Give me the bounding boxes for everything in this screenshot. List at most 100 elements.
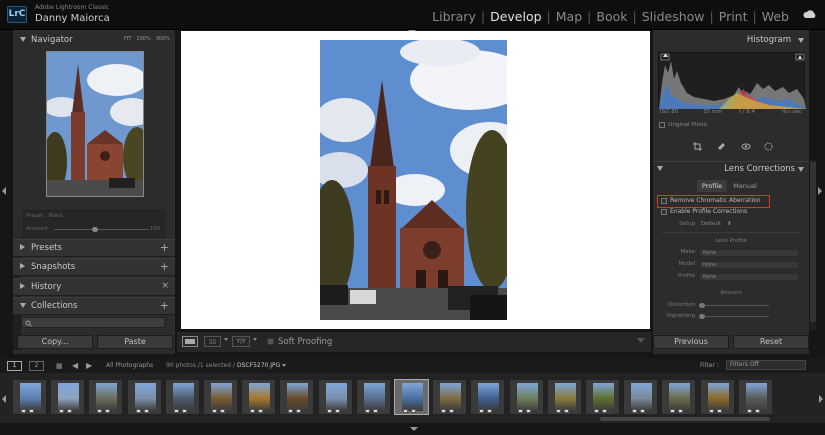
module-web[interactable]: Web bbox=[762, 9, 789, 24]
healing-brush-icon[interactable] bbox=[717, 142, 726, 151]
filmstrip-thumbnail[interactable] bbox=[355, 379, 391, 415]
loupe-view-button[interactable] bbox=[182, 336, 198, 347]
filmstrip-thumbnail[interactable] bbox=[508, 379, 544, 415]
distortion-slider[interactable] bbox=[699, 305, 769, 306]
add-collection-button[interactable]: + bbox=[160, 299, 169, 312]
filmstrip-thumbnail[interactable] bbox=[470, 379, 506, 415]
main-window-button[interactable]: 1 bbox=[7, 361, 22, 371]
filmstrip-thumbnail[interactable] bbox=[317, 379, 353, 415]
make-dropdown[interactable]: None bbox=[699, 249, 799, 257]
filmstrip-thumbnail[interactable] bbox=[12, 379, 47, 415]
amount-slider-thumb[interactable] bbox=[92, 227, 98, 232]
filmstrip-thumbnail[interactable] bbox=[394, 379, 429, 415]
model-dropdown[interactable]: None bbox=[699, 261, 799, 269]
original-photo-checkbox[interactable] bbox=[659, 122, 665, 128]
filmstrip-thumbnail[interactable] bbox=[699, 379, 735, 415]
selected-filename[interactable]: DSCF5270.JPG bbox=[237, 362, 280, 369]
filmstrip-thumbnail[interactable] bbox=[164, 379, 200, 415]
collapse-right-arrow[interactable] bbox=[818, 187, 822, 195]
tab-profile[interactable]: Profile bbox=[697, 180, 727, 192]
source-label[interactable]: All Photographs bbox=[106, 362, 153, 369]
clear-history-button[interactable]: × bbox=[161, 281, 169, 291]
module-map[interactable]: Map bbox=[556, 9, 582, 24]
lens-panel-toggle-icon[interactable] bbox=[657, 166, 663, 171]
zoom-fit[interactable]: FIT bbox=[124, 36, 131, 42]
module-slideshow[interactable]: Slideshow bbox=[642, 9, 705, 24]
filmstrip-thumbnail[interactable] bbox=[50, 379, 86, 415]
back-arrow-icon[interactable]: ◀ bbox=[72, 361, 78, 370]
crop-icon[interactable] bbox=[693, 142, 702, 151]
filmstrip-thumbnail[interactable] bbox=[88, 379, 124, 415]
reset-button[interactable]: Reset bbox=[733, 335, 809, 349]
paste-button[interactable]: Paste bbox=[97, 335, 173, 349]
snapshots-header[interactable]: Snapshots + bbox=[13, 258, 175, 276]
distortion-slider-thumb[interactable] bbox=[699, 303, 705, 308]
yy-button[interactable]: Y|Y bbox=[232, 336, 250, 347]
module-library[interactable]: Library bbox=[432, 9, 476, 24]
filmstrip-thumbnail[interactable] bbox=[241, 379, 277, 415]
navigator-header[interactable]: Navigator FIT 100% 300% bbox=[13, 30, 175, 50]
lens-corrections-title[interactable]: Lens Corrections bbox=[724, 164, 795, 174]
module-develop[interactable]: Develop bbox=[490, 9, 541, 24]
module-print[interactable]: Print bbox=[719, 9, 748, 24]
histogram[interactable] bbox=[658, 52, 806, 109]
filmstrip-left-arrow[interactable] bbox=[2, 395, 6, 403]
profile-dropdown[interactable]: None bbox=[699, 273, 799, 281]
user-name[interactable]: Danny Maiorca bbox=[35, 13, 110, 24]
history-header[interactable]: History × bbox=[13, 278, 175, 296]
zoom-300[interactable]: 300% bbox=[156, 36, 170, 42]
filename-dropdown-icon[interactable] bbox=[282, 364, 286, 367]
filmstrip-thumbnail[interactable] bbox=[546, 379, 582, 415]
add-preset-button[interactable]: + bbox=[160, 241, 169, 254]
collections-header[interactable]: Collections + bbox=[13, 297, 175, 315]
before-after-dropdown-icon[interactable] bbox=[224, 338, 228, 341]
navigator-preview[interactable] bbox=[46, 51, 144, 197]
vignetting-slider[interactable] bbox=[699, 316, 769, 317]
enable-profile-checkbox[interactable] bbox=[661, 209, 667, 215]
setup-dropdown-icon[interactable]: ⬍ bbox=[727, 221, 732, 227]
filmstrip-thumbnail[interactable] bbox=[585, 379, 620, 415]
histogram-collapse-icon[interactable] bbox=[798, 38, 804, 43]
remove-ca-checkbox[interactable] bbox=[661, 198, 667, 204]
tab-manual[interactable]: Manual bbox=[729, 180, 761, 192]
thumbnail-image bbox=[172, 383, 194, 411]
cloud-icon[interactable] bbox=[803, 10, 817, 19]
toolbar-menu-icon[interactable] bbox=[637, 338, 645, 343]
amount-slider-track[interactable] bbox=[54, 229, 149, 230]
filmstrip-thumbnail[interactable] bbox=[279, 379, 315, 415]
main-photo[interactable] bbox=[320, 40, 507, 320]
collections-search-input[interactable] bbox=[21, 317, 165, 328]
masking-icon[interactable] bbox=[764, 142, 773, 151]
lens-collapse-icon[interactable] bbox=[798, 167, 804, 172]
forward-arrow-icon[interactable]: ▶ bbox=[86, 361, 92, 370]
collapse-bottom-arrow[interactable] bbox=[410, 427, 418, 431]
add-snapshot-button[interactable]: + bbox=[160, 260, 169, 273]
filmstrip-scrollbar[interactable] bbox=[600, 417, 770, 421]
filter-dropdown[interactable]: Filters Off bbox=[726, 360, 806, 370]
previous-button[interactable]: Previous bbox=[653, 335, 729, 349]
filmstrip-thumbnail[interactable] bbox=[203, 379, 238, 415]
before-after-button[interactable]: ▯▯ bbox=[204, 336, 221, 347]
thumbnail-edit-badge-icon bbox=[563, 409, 569, 413]
grid-icon[interactable]: ▦ bbox=[56, 362, 63, 370]
preset-label: Preset : None bbox=[26, 213, 63, 219]
red-eye-icon[interactable] bbox=[741, 142, 751, 151]
right-scrollbar[interactable] bbox=[810, 160, 816, 330]
filmstrip-thumbnail[interactable] bbox=[126, 379, 162, 415]
filmstrip-thumbnail[interactable] bbox=[737, 379, 773, 415]
zoom-100[interactable]: 100% bbox=[136, 36, 150, 42]
second-window-button[interactable]: 2 bbox=[29, 361, 44, 371]
filmstrip-thumbnail[interactable] bbox=[623, 379, 659, 415]
setup-dropdown[interactable]: Default bbox=[701, 221, 721, 227]
module-book[interactable]: Book bbox=[596, 9, 627, 24]
yy-dropdown-icon[interactable] bbox=[253, 338, 257, 341]
soft-proofing-checkbox[interactable] bbox=[267, 338, 274, 345]
filmstrip-thumbnail[interactable] bbox=[432, 379, 468, 415]
filmstrip-thumbnail[interactable] bbox=[661, 379, 697, 415]
filmstrip-right-arrow[interactable] bbox=[819, 395, 823, 403]
copy-button[interactable]: Copy... bbox=[17, 335, 93, 349]
presets-header[interactable]: Presets + bbox=[13, 239, 175, 257]
vignetting-slider-thumb[interactable] bbox=[699, 314, 705, 319]
collapse-left-arrow[interactable] bbox=[2, 187, 6, 195]
thumbnail-edit-badge-icon bbox=[220, 409, 225, 413]
